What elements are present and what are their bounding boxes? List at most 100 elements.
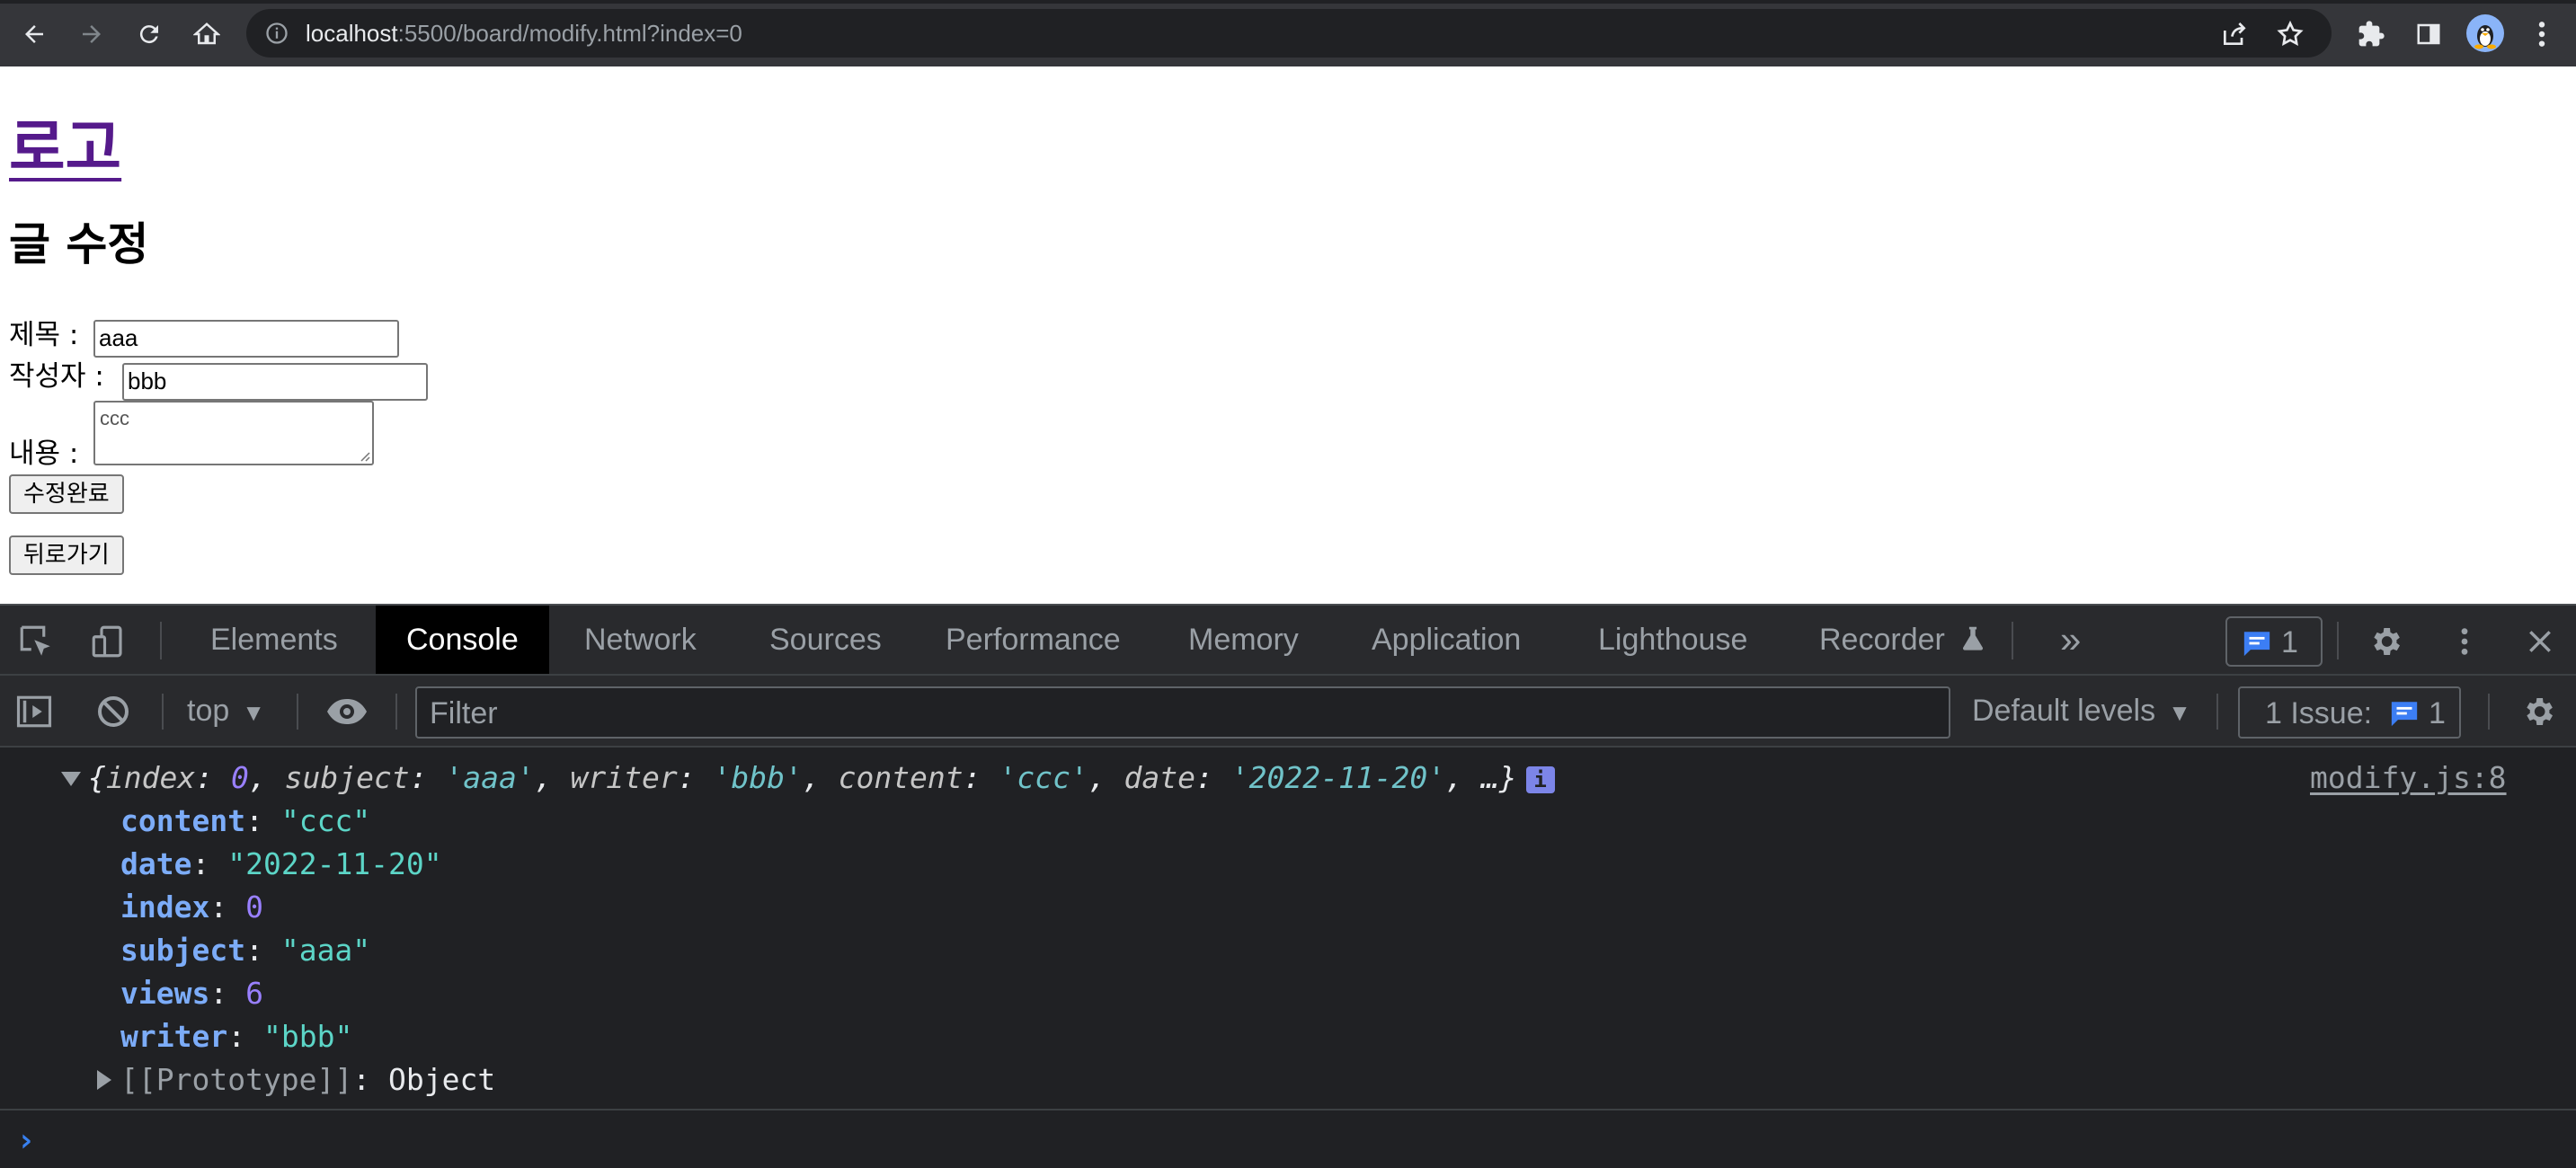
property-value: 0 bbox=[245, 889, 263, 925]
summary-key: index bbox=[105, 760, 196, 795]
property-key: views bbox=[120, 976, 210, 1011]
clear-console-icon[interactable] bbox=[93, 692, 133, 731]
writer-label: 작성자 : bbox=[9, 360, 104, 393]
url-text[interactable]: localhost:5500/board/modify.html?index=0 bbox=[306, 20, 742, 47]
tab-sources[interactable]: Sources bbox=[739, 606, 912, 674]
console-output: {index: 0, subject: 'aaa', writer: 'bbb'… bbox=[0, 748, 2576, 1168]
url-host: localhost bbox=[306, 20, 398, 47]
tab-memory[interactable]: Memory bbox=[1158, 606, 1329, 674]
prototype-value: Object bbox=[388, 1062, 496, 1097]
inspect-element-icon[interactable] bbox=[16, 622, 56, 661]
filter-input[interactable]: Filter bbox=[415, 686, 1950, 739]
devtools-tabbar: Elements Console Network Sources Perform… bbox=[0, 606, 2576, 676]
chrome-menu-icon[interactable] bbox=[2524, 16, 2560, 52]
summary-value: 'ccc' bbox=[999, 760, 1088, 795]
writer-input[interactable]: bbb bbox=[122, 363, 428, 401]
summary-tail: …} bbox=[1480, 760, 1517, 795]
console-prompt-chevron-icon[interactable]: › bbox=[16, 1123, 36, 1159]
divider bbox=[297, 694, 298, 730]
bookmark-star-icon[interactable] bbox=[2276, 20, 2305, 49]
tab-application[interactable]: Application bbox=[1341, 606, 1551, 674]
divider bbox=[0, 1109, 2576, 1110]
comma: , bbox=[1445, 760, 1481, 795]
object-property: index: 0 bbox=[120, 888, 263, 927]
summary-value: '2022-11-20' bbox=[1230, 760, 1446, 795]
object-property: content: "ccc" bbox=[120, 801, 370, 841]
share-icon[interactable] bbox=[2220, 20, 2249, 49]
colon: : bbox=[352, 1062, 389, 1097]
reload-icon[interactable] bbox=[131, 16, 167, 52]
site-info-icon[interactable] bbox=[264, 21, 289, 46]
property-key: content bbox=[120, 803, 246, 838]
colon: : bbox=[209, 889, 246, 925]
property-value: 6 bbox=[245, 976, 263, 1011]
issues-button-count: 1 bbox=[2429, 696, 2446, 730]
object-summary[interactable]: {index: 0, subject: 'aaa', writer: 'bbb'… bbox=[88, 758, 1555, 798]
page-title: 글 수정 bbox=[9, 218, 149, 270]
summary-key: writer bbox=[570, 760, 678, 795]
issues-counter-button[interactable]: 1 bbox=[2225, 616, 2323, 667]
experiment-flask-icon bbox=[1963, 626, 1984, 650]
settings-gear-icon[interactable] bbox=[2366, 622, 2405, 661]
divider bbox=[2337, 622, 2339, 659]
object-property: views: 6 bbox=[120, 974, 263, 1013]
forward-icon[interactable] bbox=[74, 16, 110, 52]
resize-grip-icon[interactable] bbox=[358, 449, 370, 462]
profile-avatar[interactable] bbox=[2466, 14, 2504, 52]
property-key: date bbox=[120, 846, 192, 881]
log-levels-dropdown[interactable]: Default levels ▼ bbox=[1972, 692, 2191, 731]
brace: { bbox=[88, 760, 106, 795]
home-icon[interactable] bbox=[189, 16, 225, 52]
extensions-puzzle-icon[interactable] bbox=[2353, 16, 2389, 52]
side-panel-icon[interactable] bbox=[2411, 16, 2447, 52]
tab-network[interactable]: Network bbox=[554, 606, 727, 674]
show-sidebar-icon[interactable] bbox=[14, 692, 54, 731]
summary-key: subject bbox=[284, 760, 410, 795]
context-selector[interactable]: top ▼ bbox=[187, 692, 265, 731]
tab-elements[interactable]: Elements bbox=[180, 606, 369, 674]
divider bbox=[160, 622, 162, 659]
url-path: :5500/board/modify.html?index=0 bbox=[397, 20, 742, 47]
logo-link[interactable]: 로고 bbox=[9, 113, 121, 185]
console-settings-gear-icon[interactable] bbox=[2518, 692, 2558, 731]
log-levels-label: Default levels bbox=[1972, 694, 2156, 728]
divider bbox=[2488, 694, 2490, 730]
address-bar[interactable]: localhost:5500/board/modify.html?index=0 bbox=[246, 9, 2332, 58]
tab-performance[interactable]: Performance bbox=[915, 606, 1151, 674]
property-key: index bbox=[120, 889, 210, 925]
submit-button[interactable]: 수정완료 bbox=[9, 474, 124, 514]
issues-count: 1 bbox=[2281, 625, 2298, 659]
tab-console[interactable]: Console bbox=[376, 606, 549, 674]
more-tabs-chevron-icon[interactable]: » bbox=[2051, 606, 2090, 674]
issues-button[interactable]: 1 Issue: 1 bbox=[2238, 686, 2461, 739]
divider bbox=[162, 694, 164, 730]
content-textarea-value: ccc bbox=[100, 407, 129, 429]
tab-recorder-label: Recorder bbox=[1819, 623, 1945, 657]
devtools-menu-icon[interactable] bbox=[2445, 622, 2484, 661]
live-expression-eye-icon[interactable] bbox=[325, 692, 369, 731]
colon: : bbox=[409, 760, 446, 795]
back-button[interactable]: 뒤로가기 bbox=[9, 535, 124, 575]
property-value: "bbb" bbox=[262, 1019, 353, 1054]
source-link[interactable]: modify.js:8 bbox=[2310, 758, 2507, 798]
summary-value: 'aaa' bbox=[445, 760, 535, 795]
colon: : bbox=[245, 933, 281, 968]
tab-recorder[interactable]: Recorder bbox=[1789, 606, 2016, 674]
back-icon[interactable] bbox=[16, 16, 52, 52]
collapse-triangle-icon[interactable] bbox=[61, 772, 81, 786]
info-icon[interactable]: i bbox=[1525, 765, 1555, 793]
subject-input[interactable]: aaa bbox=[93, 320, 399, 358]
expand-triangle-icon[interactable] bbox=[97, 1070, 111, 1090]
colon: : bbox=[677, 760, 714, 795]
prototype-row[interactable]: [[Prototype]]: Object bbox=[0, 1060, 539, 1100]
summary-value: 0 bbox=[230, 760, 249, 795]
device-toolbar-icon[interactable] bbox=[88, 622, 128, 661]
divider bbox=[2216, 694, 2218, 730]
property-value: "aaa" bbox=[280, 933, 371, 968]
message-icon bbox=[2243, 632, 2270, 657]
content-textarea[interactable]: ccc bbox=[93, 401, 374, 465]
close-devtools-icon[interactable] bbox=[2520, 622, 2560, 661]
subject-label: 제목 : bbox=[9, 319, 79, 351]
tab-lighthouse[interactable]: Lighthouse bbox=[1568, 606, 1778, 674]
message-icon bbox=[2391, 702, 2418, 727]
